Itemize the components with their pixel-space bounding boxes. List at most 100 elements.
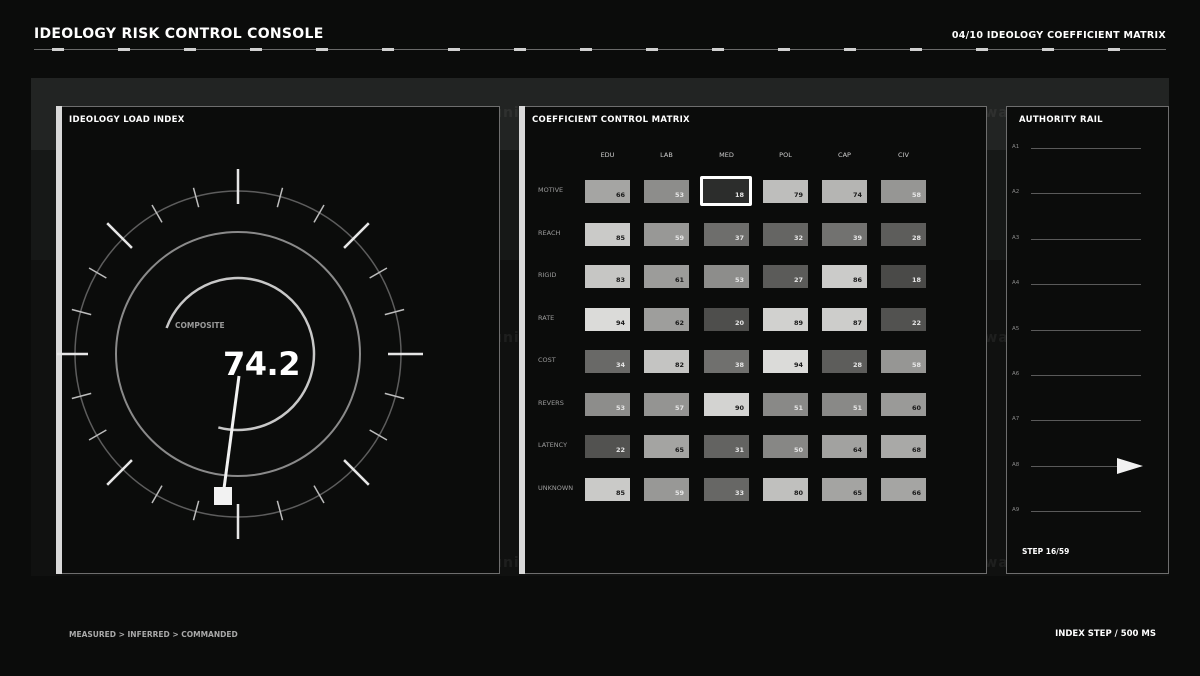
matrix-cell-value: 57 [674,404,684,412]
header-tick-marks [34,48,1166,51]
matrix-row-header: COST [538,356,556,364]
gauge-tick [313,485,325,504]
matrix-cell[interactable]: 66 [881,478,926,501]
gauge-tick [369,267,388,279]
matrix-cell[interactable]: 68 [881,435,926,458]
matrix-cell[interactable]: 53 [704,265,749,288]
header-tick [646,48,658,51]
gauge-tick [369,429,388,441]
matrix-cell[interactable]: 18 [700,176,752,206]
matrix-cell[interactable]: 86 [822,265,867,288]
matrix-cell-value: 28 [911,234,921,242]
matrix-cell-value: 27 [793,276,803,284]
matrix-cell-value: 68 [911,446,921,454]
matrix-cell[interactable]: 57 [644,393,689,416]
rail-marker-arrow-icon[interactable] [1117,458,1143,474]
gauge-tick [343,222,370,249]
header-tick [1108,48,1120,51]
matrix-cell[interactable]: 20 [704,308,749,331]
matrix-row-header: REACH [538,229,561,237]
panel-title: COEFFICIENT CONTROL MATRIX [532,115,690,125]
matrix-cell[interactable]: 33 [704,478,749,501]
header-tick [976,48,988,51]
matrix-cell[interactable]: 89 [763,308,808,331]
matrix-cell[interactable]: 83 [585,265,630,288]
console-title: IDEOLOGY RISK CONTROL CONSOLE [34,26,324,42]
matrix-cell[interactable]: 59 [644,478,689,501]
composite-gauge [57,169,423,539]
rail-level-line [1031,375,1141,376]
matrix-cell[interactable]: 51 [763,393,808,416]
matrix-row-header: LATENCY [538,441,568,449]
matrix-cell-value: 89 [793,319,803,327]
matrix-cell[interactable]: 87 [822,308,867,331]
matrix-cell[interactable]: 22 [881,308,926,331]
pipeline-breadcrumb: MEASURED > INFERRED > COMMANDED [69,630,238,639]
matrix-cell[interactable]: 85 [585,478,630,501]
matrix-cell[interactable]: 58 [881,350,926,373]
gauge-tick [88,429,107,441]
matrix-cell-value: 31 [734,446,744,454]
matrix-cell[interactable]: 38 [704,350,749,373]
matrix-cell[interactable]: 53 [644,180,689,203]
matrix-cell-value: 53 [615,404,625,412]
matrix-cell[interactable]: 50 [763,435,808,458]
matrix-cell[interactable]: 62 [644,308,689,331]
matrix-cell[interactable]: 58 [881,180,926,203]
matrix-cell[interactable]: 65 [822,478,867,501]
matrix-cell[interactable]: 28 [881,223,926,246]
matrix-cell-value: 66 [615,191,625,199]
matrix-cell[interactable]: 18 [881,265,926,288]
rail-level-label: A7 [1012,416,1020,423]
gauge-tick [343,459,370,486]
matrix-row-header: REVERS [538,399,564,407]
rail-level-label: A8 [1012,461,1020,468]
matrix-cell[interactable]: 28 [822,350,867,373]
rail-level-label: A6 [1012,371,1020,377]
composite-label: COMPOSITE [175,321,225,330]
matrix-cell-value: 20 [734,319,744,327]
matrix-cell[interactable]: 34 [585,350,630,373]
matrix-cell[interactable]: 31 [704,435,749,458]
index-step-label: INDEX STEP / 500 MS [1055,629,1156,639]
matrix-cell[interactable]: 94 [763,350,808,373]
matrix-cell[interactable]: 64 [822,435,867,458]
matrix-cell-value: 59 [674,489,684,497]
matrix-row-header: RATE [538,314,555,322]
matrix-cell-value: 94 [615,319,625,327]
matrix-cell-value: 53 [734,276,744,284]
matrix-cell[interactable]: 61 [644,265,689,288]
matrix-cell[interactable]: 53 [585,393,630,416]
matrix-cell[interactable]: 27 [763,265,808,288]
matrix-cell-value: 74 [852,191,862,199]
matrix-cell[interactable]: 51 [822,393,867,416]
header-tick [118,48,130,51]
matrix-cell[interactable]: 22 [585,435,630,458]
matrix-cell[interactable]: 74 [822,180,867,203]
matrix-cell-value: 28 [852,361,862,369]
matrix-cell-value: 90 [734,404,744,412]
matrix-cell[interactable]: 90 [704,393,749,416]
matrix-cell[interactable]: 65 [644,435,689,458]
matrix-cell-value: 50 [793,446,803,454]
page-indicator: 04/10 IDEOLOGY COEFFICIENT MATRIX [951,30,1166,41]
rail-level-line [1031,148,1141,149]
matrix-cell[interactable]: 85 [585,223,630,246]
matrix-row-header: RIGID [538,271,557,279]
matrix-cell-value: 51 [793,404,803,412]
composite-value: 74.2 [223,345,300,383]
matrix-cell[interactable]: 80 [763,478,808,501]
matrix-cell[interactable]: 59 [644,223,689,246]
matrix-cell[interactable]: 39 [822,223,867,246]
matrix-column-header: POL [779,151,792,159]
matrix-cell-value: 39 [852,234,862,242]
matrix-cell[interactable]: 32 [763,223,808,246]
matrix-cell[interactable]: 94 [585,308,630,331]
matrix-cell[interactable]: 66 [585,180,630,203]
matrix-cell[interactable]: 79 [763,180,808,203]
matrix-cell[interactable]: 60 [881,393,926,416]
gauge-needle [221,375,241,497]
matrix-cell[interactable]: 37 [704,223,749,246]
matrix-cell[interactable]: 82 [644,350,689,373]
matrix-cell-value: 87 [852,319,862,327]
